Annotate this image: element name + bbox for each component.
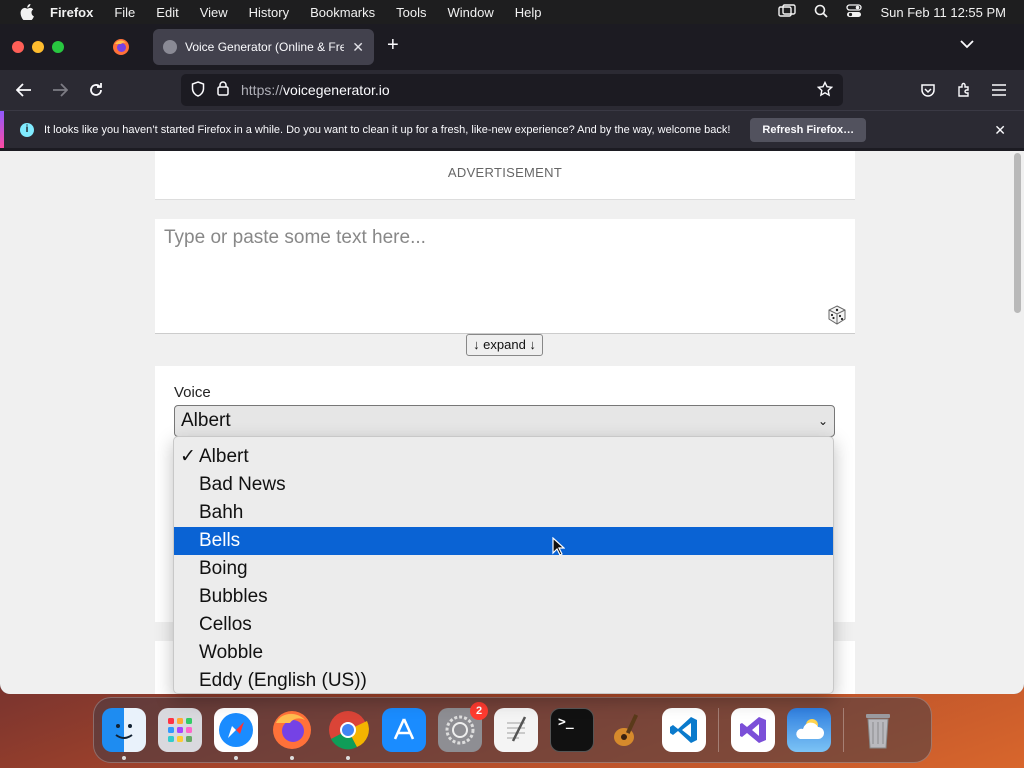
info-icon: i — [20, 122, 34, 137]
firefox-icon[interactable] — [270, 708, 314, 760]
menu-tools[interactable]: Tools — [396, 5, 426, 20]
extensions-icon[interactable] — [953, 79, 975, 101]
launchpad-icon[interactable] — [158, 708, 202, 752]
voice-option[interactable]: Cellos — [174, 611, 833, 639]
mouse-pointer-icon — [552, 536, 566, 561]
voice-option[interactable]: Bad News — [174, 471, 833, 499]
expand-button[interactable]: ↓ expand ↓ — [466, 334, 543, 356]
menu-edit[interactable]: Edit — [156, 5, 178, 20]
forward-arrow-icon[interactable] — [49, 79, 71, 101]
voice-option-highlighted[interactable]: Bells — [174, 527, 833, 555]
tracking-protection-shield-icon[interactable] — [191, 80, 205, 100]
close-tab-icon[interactable]: ✕ — [352, 39, 364, 56]
safari-icon[interactable] — [214, 708, 258, 760]
menu-window[interactable]: Window — [448, 5, 494, 20]
chrome-icon[interactable] — [326, 708, 370, 760]
terminal-icon[interactable]: >_ — [550, 708, 594, 752]
menu-view[interactable]: View — [200, 5, 228, 20]
menu-help[interactable]: Help — [515, 5, 542, 20]
dock-separator — [718, 708, 719, 752]
apple-icon[interactable] — [18, 3, 36, 21]
trash-icon[interactable] — [856, 708, 900, 752]
checkmark-icon: ✓ — [180, 446, 196, 467]
voice-option[interactable]: Eddy (English (US)) — [174, 667, 833, 693]
address-bar[interactable]: https:// voicegenerator.io — [181, 74, 843, 106]
voice-label: Voice — [174, 384, 211, 401]
menu-bookmarks[interactable]: Bookmarks — [310, 5, 375, 20]
advertisement-label: ADVERTISEMENT — [447, 165, 563, 180]
pocket-icon[interactable] — [917, 79, 939, 101]
close-notification-icon[interactable]: ✕ — [994, 122, 1006, 139]
tab-voice-generator[interactable]: Voice Generator (Online & Free) ✕ — [153, 29, 374, 65]
advertisement-box: ADVERTISEMENT — [155, 151, 855, 200]
notification-bar: i It looks like you haven’t started Fire… — [0, 110, 1024, 148]
page-scrollbar[interactable] — [1014, 153, 1021, 313]
tab-title: Voice Generator (Online & Free) — [185, 40, 345, 54]
voice-option[interactable]: Bahh — [174, 499, 833, 527]
random-text-dice-icon[interactable] — [827, 305, 847, 325]
notification-accent-stripe — [0, 111, 4, 148]
new-tab-icon[interactable]: + — [387, 35, 399, 55]
voice-option[interactable]: Boing — [174, 555, 833, 583]
window-controls — [12, 41, 64, 53]
zoom-window-button[interactable] — [52, 41, 64, 53]
hamburger-menu-icon[interactable] — [988, 79, 1010, 101]
spotlight-search-icon[interactable] — [814, 4, 829, 21]
bookmark-star-icon[interactable] — [816, 80, 834, 100]
menu-bar: Firefox File Edit View History Bookmarks… — [0, 0, 1024, 24]
visual-studio-icon[interactable] — [731, 708, 775, 752]
finder-icon[interactable] — [102, 708, 146, 760]
control-center-icon[interactable] — [846, 3, 863, 21]
menu-history[interactable]: History — [249, 5, 289, 20]
voice-option[interactable]: Bubbles — [174, 583, 833, 611]
textarea-placeholder: Type or paste some text here... — [164, 227, 426, 248]
url-host: voicegenerator.io — [283, 82, 390, 98]
weather-icon[interactable] — [787, 708, 831, 752]
menu-firefox[interactable]: Firefox — [50, 5, 93, 20]
garageband-icon[interactable] — [606, 708, 650, 752]
text-input-area[interactable]: Type or paste some text here... — [155, 219, 855, 334]
app-store-icon[interactable] — [382, 708, 426, 752]
voice-select[interactable]: Albert ⌄ — [174, 405, 835, 437]
dock: 2 >_ — [93, 697, 932, 763]
system-settings-icon[interactable]: 2 — [438, 702, 488, 752]
dock-separator — [843, 708, 844, 752]
back-arrow-icon[interactable] — [13, 79, 35, 101]
navigation-toolbar: https:// voicegenerator.io — [0, 70, 1024, 110]
voice-dropdown-list: ✓ Albert Bad News Bahh Bells Boing Bubble… — [173, 436, 834, 694]
vscode-icon[interactable] — [662, 708, 706, 752]
reload-icon[interactable] — [85, 79, 107, 101]
menu-file[interactable]: File — [114, 5, 135, 20]
voice-select-value: Albert — [181, 410, 231, 431]
minimize-window-button[interactable] — [32, 41, 44, 53]
settings-notification-badge: 2 — [470, 702, 488, 720]
screen-mirroring-icon[interactable] — [778, 3, 797, 21]
lock-icon[interactable] — [217, 81, 229, 99]
url-scheme: https:// — [241, 82, 284, 98]
voice-option[interactable]: ✓ Albert — [174, 443, 833, 471]
list-all-tabs-icon[interactable] — [960, 36, 974, 54]
close-window-button[interactable] — [12, 41, 24, 53]
notification-message: It looks like you haven’t started Firefo… — [44, 123, 731, 136]
chevron-down-icon: ⌄ — [817, 414, 828, 428]
firefox-view-icon[interactable] — [112, 38, 130, 56]
refresh-firefox-button[interactable]: Refresh Firefox… — [750, 117, 867, 142]
menubar-clock[interactable]: Sun Feb 11 12:55 PM — [880, 5, 1006, 20]
textedit-icon[interactable] — [494, 708, 538, 752]
voice-option[interactable]: Wobble — [174, 639, 833, 667]
tab-bar: Voice Generator (Online & Free) ✕ + — [0, 24, 1024, 70]
tab-favicon-icon — [163, 40, 177, 54]
